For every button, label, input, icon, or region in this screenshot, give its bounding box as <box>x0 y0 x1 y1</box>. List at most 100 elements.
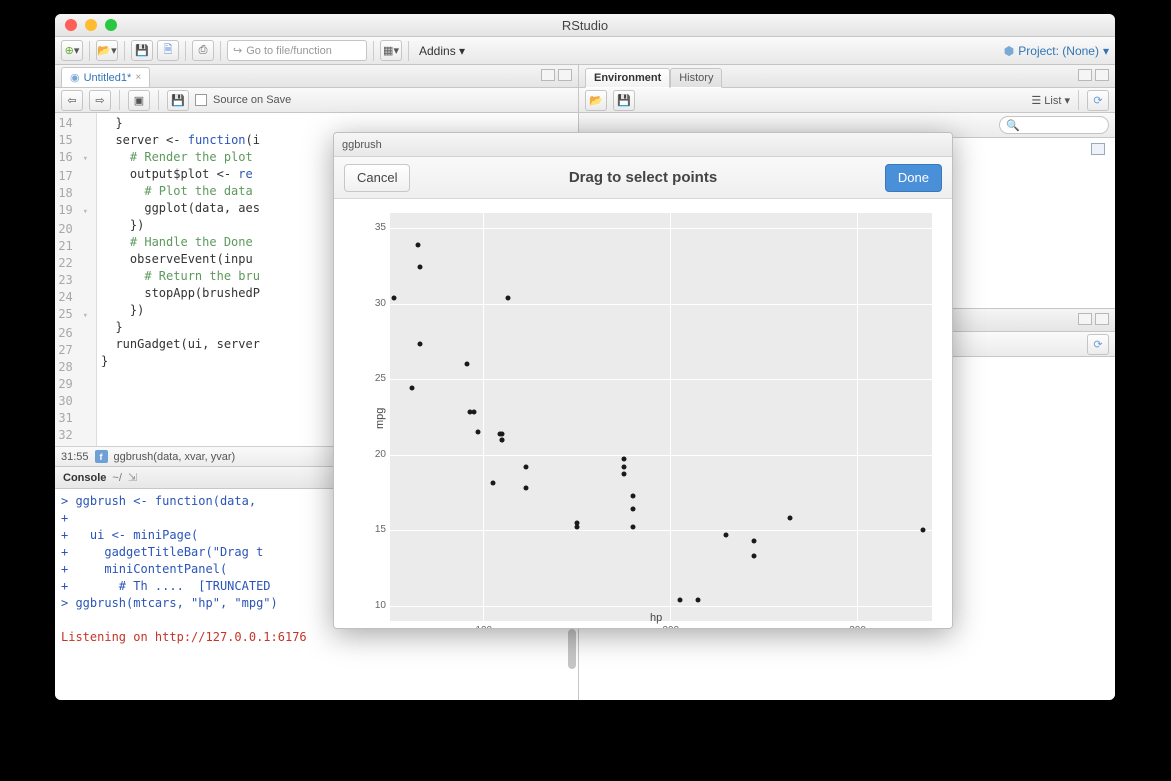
data-point[interactable] <box>920 528 925 533</box>
scope-label[interactable]: ggbrush(data, xvar, yvar) <box>114 451 236 463</box>
grid-icon: ▦ <box>383 44 393 57</box>
main-toolbar: ⊕▾ 📂▾ 💾 🗎 ⎙ ↪ Go to file/function ▦▾ Add… <box>55 37 1115 65</box>
y-tick: 20 <box>374 449 386 460</box>
data-point[interactable] <box>391 295 396 300</box>
load-workspace-button[interactable]: 📂 <box>585 90 607 111</box>
save-all-button[interactable]: 🗎 <box>157 40 179 61</box>
refresh-lower-button[interactable]: ⟳ <box>1087 334 1109 355</box>
data-point[interactable] <box>752 554 757 559</box>
close-tab-icon[interactable]: × <box>135 72 141 83</box>
project-label: Project: (None) <box>1018 44 1099 58</box>
folder-open-icon: 📂 <box>97 44 111 57</box>
open-project-button[interactable]: 📂▾ <box>96 40 118 61</box>
search-icon: 🔍 <box>1006 119 1020 132</box>
source-tabs: ◉ Untitled1* × <box>55 65 578 88</box>
minimize-pane-icon[interactable] <box>541 69 555 81</box>
gadget-window-title: ggbrush <box>334 133 952 157</box>
data-point[interactable] <box>490 481 495 486</box>
x-tick: 200 <box>662 625 679 629</box>
data-point[interactable] <box>621 472 626 477</box>
done-button[interactable]: Done <box>885 164 942 192</box>
scrollbar-thumb[interactable] <box>568 629 576 669</box>
save-button[interactable]: 💾 <box>131 40 153 61</box>
plus-circle-icon: ⊕ <box>65 44 74 57</box>
back-button[interactable]: ⇦ <box>61 90 83 111</box>
new-file-button[interactable]: ⊕▾ <box>61 40 83 61</box>
list-mode-menu[interactable]: ☰ List ▾ <box>1031 94 1070 107</box>
y-tick: 35 <box>374 222 386 233</box>
show-in-new-window-button[interactable]: ▣ <box>128 90 150 111</box>
grid-menu-button[interactable]: ▦▾ <box>380 40 402 61</box>
forward-button[interactable]: ⇨ <box>89 90 111 111</box>
plot-area[interactable]: mpg hp 100200300101520253035 <box>334 199 952 628</box>
y-tick: 10 <box>374 600 386 611</box>
data-point[interactable] <box>696 597 701 602</box>
source-toolbar: ⇦ ⇨ ▣ 💾 Source on Save <box>55 88 578 113</box>
goto-file-input[interactable]: ↪ Go to file/function <box>227 40 367 61</box>
data-point[interactable] <box>621 464 626 469</box>
data-point[interactable] <box>417 265 422 270</box>
data-grid-icon[interactable] <box>1091 143 1105 155</box>
data-point[interactable] <box>574 525 579 530</box>
y-tick: 15 <box>374 524 386 535</box>
data-point[interactable] <box>524 486 529 491</box>
titlebar[interactable]: RStudio <box>55 14 1115 37</box>
data-point[interactable] <box>416 242 421 247</box>
x-tick: 100 <box>475 625 492 629</box>
env-search-input[interactable]: 🔍 <box>999 116 1109 134</box>
data-point[interactable] <box>724 532 729 537</box>
data-point[interactable] <box>787 516 792 521</box>
data-point[interactable] <box>472 410 477 415</box>
data-point[interactable] <box>630 525 635 530</box>
maximize-lower-icon[interactable] <box>1095 313 1109 325</box>
source-on-save-checkbox[interactable] <box>195 94 207 106</box>
printer-icon: ⎙ <box>199 44 208 57</box>
data-point[interactable] <box>621 457 626 462</box>
x-tick: 300 <box>849 625 866 629</box>
floppy-stack-icon: 🗎 <box>164 41 173 60</box>
cursor-position: 31:55 <box>61 451 89 463</box>
tab-history[interactable]: History <box>670 68 722 88</box>
y-tick: 30 <box>374 298 386 309</box>
floppy-icon: 💾 <box>135 44 149 57</box>
ggbrush-gadget: ggbrush Cancel Drag to select points Don… <box>333 132 953 629</box>
data-point[interactable] <box>500 437 505 442</box>
data-point[interactable] <box>524 464 529 469</box>
addins-menu[interactable]: Addins ▾ <box>415 44 469 58</box>
save-source-button[interactable]: 💾 <box>167 90 189 111</box>
tab-untitled1[interactable]: ◉ Untitled1* × <box>61 67 150 87</box>
goto-placeholder: Go to file/function <box>246 45 332 57</box>
console-path: ~/ <box>112 472 121 484</box>
data-point[interactable] <box>677 597 682 602</box>
y-tick: 25 <box>374 373 386 384</box>
data-point[interactable] <box>630 507 635 512</box>
arrow-right-icon: ↪ <box>233 44 242 57</box>
minimize-env-icon[interactable] <box>1078 69 1092 81</box>
data-point[interactable] <box>505 295 510 300</box>
env-toolbar: 📂 💾 ☰ List ▾ ⟳ <box>579 88 1115 113</box>
maximize-env-icon[interactable] <box>1095 69 1109 81</box>
data-point[interactable] <box>475 430 480 435</box>
data-point[interactable] <box>498 431 503 436</box>
source-on-save-label: Source on Save <box>213 94 291 106</box>
popout-icon[interactable]: ⇲ <box>128 471 137 484</box>
data-point[interactable] <box>417 342 422 347</box>
maximize-pane-icon[interactable] <box>558 69 572 81</box>
refresh-env-button[interactable]: ⟳ <box>1087 90 1109 111</box>
cube-icon: ⬢ <box>1004 44 1014 58</box>
data-point[interactable] <box>410 386 415 391</box>
minimize-lower-icon[interactable] <box>1078 313 1092 325</box>
data-point[interactable] <box>464 362 469 367</box>
data-point[interactable] <box>630 493 635 498</box>
save-workspace-button[interactable]: 💾 <box>613 90 635 111</box>
data-point[interactable] <box>752 538 757 543</box>
plot-panel[interactable] <box>390 213 932 621</box>
tab-environment[interactable]: Environment <box>585 68 670 88</box>
project-menu[interactable]: ⬢ Project: (None) ▾ <box>1004 44 1109 58</box>
rscript-icon: ◉ <box>70 71 80 84</box>
cancel-button[interactable]: Cancel <box>344 164 410 192</box>
y-axis-title: mpg <box>374 408 386 429</box>
gadget-title: Drag to select points <box>334 169 952 186</box>
console-title: Console <box>63 472 106 484</box>
print-button[interactable]: ⎙ <box>192 40 214 61</box>
